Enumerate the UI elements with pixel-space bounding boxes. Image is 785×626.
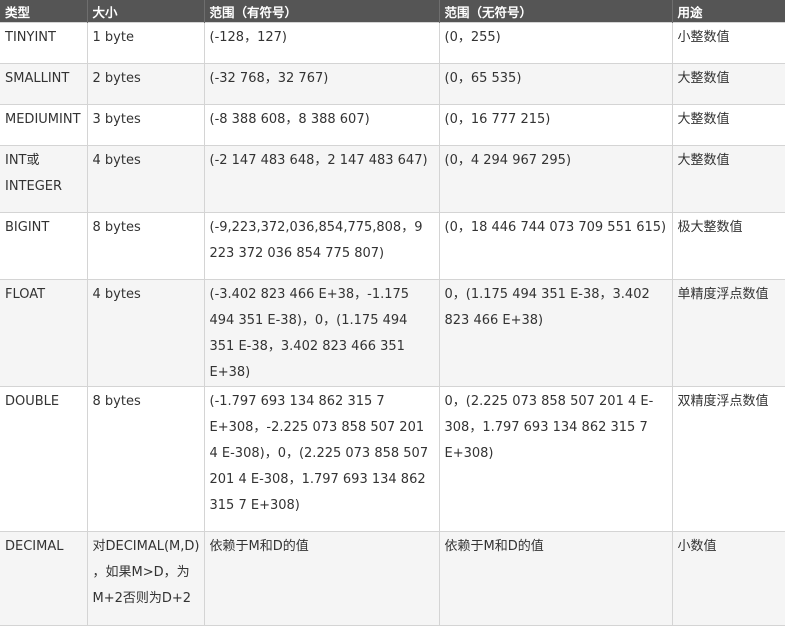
cell-size: 8 bytes xyxy=(86,212,205,280)
cell-signed-text: 依赖于M和D的值 xyxy=(209,539,309,554)
cell-use-text: 大整数值 xyxy=(677,71,730,86)
cell-size-text: 对DECIMAL(M,D) ，如果M>D，为M+2否则为D+2 xyxy=(92,539,200,606)
cell-size-text: 4 bytes xyxy=(92,153,141,168)
cell-unsigned-text: 0，(1.175 494 351 E-38，3.402 823 466 E+38… xyxy=(444,287,650,328)
cell-unsigned-range: 依赖于M和D的值 xyxy=(438,531,673,626)
cell-size: 对DECIMAL(M,D) ，如果M>D，为M+2否则为D+2 xyxy=(86,531,205,626)
table-row: BIGINT 8 bytes (-9,223,372,036,854,775,8… xyxy=(0,212,785,280)
table-row: DECIMAL 对DECIMAL(M,D) ，如果M>D，为M+2否则为D+2 … xyxy=(0,531,785,626)
cell-signed-text: (-2 147 483 648，2 147 483 647) xyxy=(209,153,428,168)
cell-size: 4 bytes xyxy=(86,279,205,387)
table-row: MEDIUMINT 3 bytes (-8 388 608，8 388 607)… xyxy=(0,104,785,146)
table-row: DOUBLE 8 bytes (-1.797 693 134 862 315 7… xyxy=(0,386,785,532)
cell-use: 小数值 xyxy=(671,531,785,626)
cell-signed-text: (-1.797 693 134 862 315 7 E+308，-2.225 0… xyxy=(209,394,429,513)
cell-size-text: 4 bytes xyxy=(92,287,141,302)
cell-unsigned-range: (0，16 777 215) xyxy=(438,104,673,146)
cell-unsigned-text: (0，65 535) xyxy=(444,71,522,86)
cell-signed-range: (-8 388 608，8 388 607) xyxy=(203,104,440,146)
cell-use: 大整数值 xyxy=(671,145,785,213)
cell-unsigned-range: (0，18 446 744 073 709 551 615) xyxy=(438,212,673,280)
header-type: 类型 xyxy=(0,0,87,23)
cell-type-text: FLOAT xyxy=(5,287,46,302)
cell-type: FLOAT xyxy=(0,279,88,387)
cell-signed-text: (-8 388 608，8 388 607) xyxy=(209,112,370,127)
cell-type: INT或INTEGER xyxy=(0,145,88,213)
header-row: 类型 大小 范围（有符号） 范围（无符号） 用途 xyxy=(0,0,785,23)
cell-type-text: DECIMAL xyxy=(5,539,64,554)
cell-type-text: DOUBLE xyxy=(5,394,60,409)
cell-use: 大整数值 xyxy=(671,104,785,146)
cell-type: TINYINT xyxy=(0,22,88,64)
cell-unsigned-text: (0，255) xyxy=(444,30,501,45)
cell-signed-text: (-128，127) xyxy=(209,30,287,45)
cell-type-text: TINYINT xyxy=(5,30,56,45)
cell-size: 4 bytes xyxy=(86,145,205,213)
cell-use-text: 单精度浮点数值 xyxy=(677,287,769,302)
cell-signed-range: (-1.797 693 134 862 315 7 E+308，-2.225 0… xyxy=(203,386,440,532)
cell-unsigned-range: 0，(1.175 494 351 E-38，3.402 823 466 E+38… xyxy=(438,279,673,387)
cell-unsigned-range: 0，(2.225 073 858 507 201 4 E-308，1.797 6… xyxy=(438,386,673,532)
table-row: SMALLINT 2 bytes (-32 768，32 767) (0，65 … xyxy=(0,63,785,105)
cell-signed-text: (-3.402 823 466 E+38，-1.175 494 351 E-38… xyxy=(209,287,410,380)
cell-type-text: SMALLINT xyxy=(5,71,70,86)
cell-use-text: 大整数值 xyxy=(677,112,730,127)
cell-use: 大整数值 xyxy=(671,63,785,105)
cell-use: 单精度浮点数值 xyxy=(671,279,785,387)
cell-size: 2 bytes xyxy=(86,63,205,105)
header-use: 用途 xyxy=(671,0,785,23)
cell-type-text: MEDIUMINT xyxy=(5,112,81,127)
cell-size-text: 2 bytes xyxy=(92,71,141,86)
cell-unsigned-range: (0，4 294 967 295) xyxy=(438,145,673,213)
cell-type: DOUBLE xyxy=(0,386,88,532)
cell-unsigned-text: 0，(2.225 073 858 507 201 4 E-308，1.797 6… xyxy=(444,394,654,461)
header-unsigned-range: 范围（无符号） xyxy=(438,0,672,23)
cell-type: BIGINT xyxy=(0,212,88,280)
header-signed-range: 范围（有符号） xyxy=(203,0,439,23)
cell-signed-text: (-9,223,372,036,854,775,808，9 223 372 03… xyxy=(209,220,423,261)
cell-use-text: 极大整数值 xyxy=(677,220,743,235)
header-size: 大小 xyxy=(86,0,204,23)
cell-use: 双精度浮点数值 xyxy=(671,386,785,532)
cell-unsigned-text: 依赖于M和D的值 xyxy=(444,539,544,554)
cell-type: MEDIUMINT xyxy=(0,104,88,146)
cell-size: 1 byte xyxy=(86,22,205,64)
cell-use-text: 小数值 xyxy=(677,539,717,554)
cell-unsigned-text: (0，18 446 744 073 709 551 615) xyxy=(444,220,667,235)
cell-use-text: 双精度浮点数值 xyxy=(677,394,769,409)
mysql-numeric-types-table: 类型 大小 范围（有符号） 范围（无符号） 用途 TINYINT 1 byte … xyxy=(0,0,785,626)
cell-signed-range: 依赖于M和D的值 xyxy=(203,531,440,626)
cell-type: DECIMAL xyxy=(0,531,88,626)
cell-use-text: 大整数值 xyxy=(677,153,730,168)
cell-signed-text: (-32 768，32 767) xyxy=(209,71,329,86)
cell-size-text: 8 bytes xyxy=(92,394,141,409)
cell-signed-range: (-9,223,372,036,854,775,808，9 223 372 03… xyxy=(203,212,440,280)
cell-unsigned-text: (0，16 777 215) xyxy=(444,112,551,127)
table-row: FLOAT 4 bytes (-3.402 823 466 E+38，-1.17… xyxy=(0,279,785,387)
cell-unsigned-range: (0，65 535) xyxy=(438,63,673,105)
cell-use: 极大整数值 xyxy=(671,212,785,280)
cell-signed-range: (-2 147 483 648，2 147 483 647) xyxy=(203,145,440,213)
cell-size: 8 bytes xyxy=(86,386,205,532)
cell-use-text: 小整数值 xyxy=(677,30,730,45)
cell-signed-range: (-128，127) xyxy=(203,22,440,64)
cell-use: 小整数值 xyxy=(671,22,785,64)
cell-unsigned-range: (0，255) xyxy=(438,22,673,64)
cell-size-text: 8 bytes xyxy=(92,220,141,235)
table-row: INT或INTEGER 4 bytes (-2 147 483 648，2 14… xyxy=(0,145,785,213)
cell-size-text: 3 bytes xyxy=(92,112,141,127)
cell-size: 3 bytes xyxy=(86,104,205,146)
cell-type-text: INT或INTEGER xyxy=(5,153,63,194)
table-row: TINYINT 1 byte (-128，127) (0，255) 小整数值 xyxy=(0,22,785,64)
cell-signed-range: (-3.402 823 466 E+38，-1.175 494 351 E-38… xyxy=(203,279,440,387)
cell-type: SMALLINT xyxy=(0,63,88,105)
cell-size-text: 1 byte xyxy=(92,30,134,45)
cell-signed-range: (-32 768，32 767) xyxy=(203,63,440,105)
cell-unsigned-text: (0，4 294 967 295) xyxy=(444,153,572,168)
cell-type-text: BIGINT xyxy=(5,220,50,235)
